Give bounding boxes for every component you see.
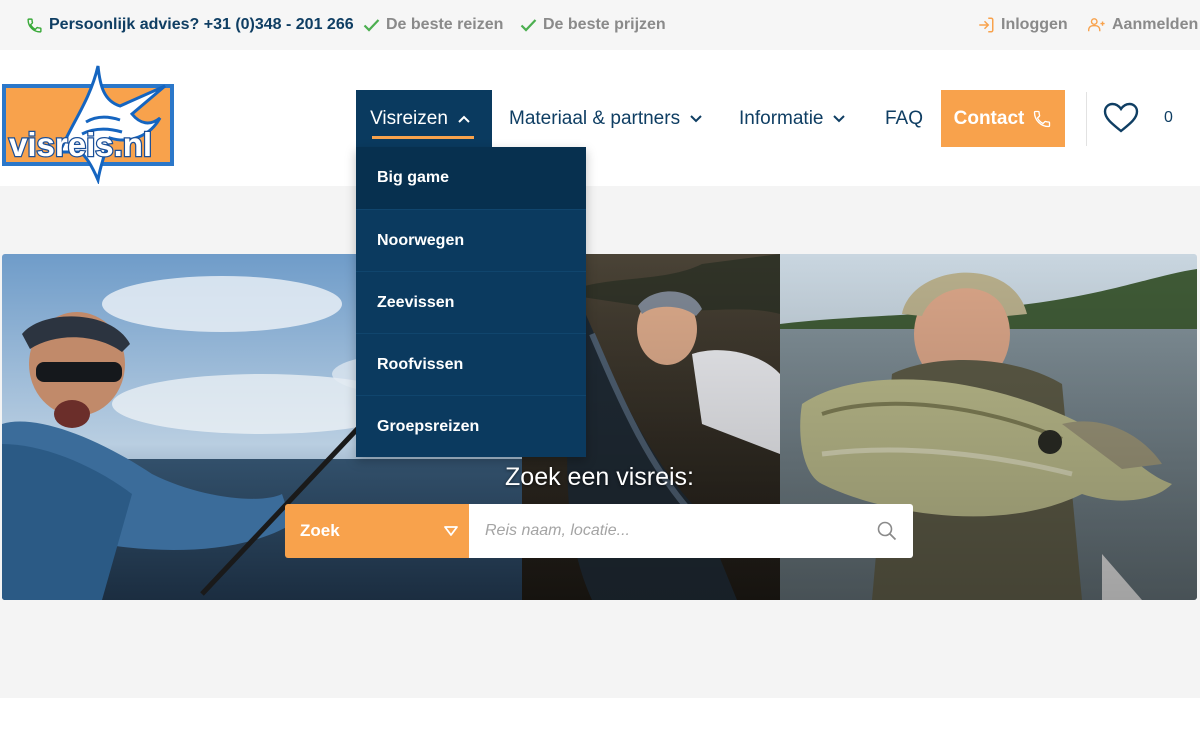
search-type-select[interactable]: Zoek: [285, 504, 469, 558]
nav-faq-label: FAQ: [885, 107, 924, 129]
contact-button[interactable]: Contact: [941, 90, 1065, 147]
dropdown-item-noorwegen[interactable]: Noorwegen: [356, 209, 586, 271]
dropdown-item-label: Roofvissen: [377, 355, 464, 373]
heart-icon[interactable]: [1103, 102, 1139, 134]
visreizen-dropdown: Big game Noorwegen Zeevissen Roofvissen …: [356, 147, 586, 457]
usp-best-prices: De beste prijzen: [519, 15, 666, 35]
dropdown-item-label: Groepsreizen: [377, 417, 480, 435]
contact-label: Contact: [953, 107, 1025, 129]
login-icon: [977, 16, 995, 34]
nav-materiaal-partners[interactable]: Materiaal & partners: [509, 90, 702, 147]
advice-phone-text: Persoonlijk advies? +31 (0)348 - 201 266: [49, 16, 354, 33]
nav-faq[interactable]: FAQ: [885, 90, 923, 147]
chevron-down-icon: [690, 114, 702, 123]
check-icon: [519, 16, 537, 34]
dropdown-item-label: Big game: [377, 169, 450, 186]
check-icon: [362, 16, 380, 34]
main-header: visreis.nl Visreizen Materiaal & partner…: [0, 50, 1200, 186]
chevron-down-icon: [443, 523, 459, 544]
search-icon[interactable]: [877, 521, 897, 541]
nav-visreizen[interactable]: Visreizen: [356, 90, 492, 147]
hero-title: Zoek een visreis:: [2, 463, 1197, 492]
hero-title-text: Zoek een visreis:: [505, 463, 694, 491]
add-user-icon: [1088, 16, 1106, 34]
login-label: Inloggen: [1001, 16, 1068, 33]
dropdown-item-label: Zeevissen: [377, 293, 455, 311]
top-bar: Persoonlijk advies? +31 (0)348 - 201 266…: [0, 0, 1200, 50]
phone-icon: [25, 16, 43, 34]
dropdown-item-groepsreizen[interactable]: Groepsreizen: [356, 395, 586, 457]
phone-icon: [1032, 109, 1052, 129]
favorites-count: 0: [1164, 109, 1173, 126]
nav-informatie[interactable]: Informatie: [739, 90, 846, 147]
nav-informatie-label: Informatie: [739, 107, 824, 129]
advice-phone-link[interactable]: Persoonlijk advies? +31 (0)348 - 201 266: [25, 15, 354, 35]
usp-best-trips: De beste reizen: [362, 15, 503, 35]
dropdown-item-zeevissen[interactable]: Zeevissen: [356, 271, 586, 333]
visreis-logo[interactable]: visreis.nl: [0, 56, 180, 186]
dropdown-item-roofvissen[interactable]: Roofvissen: [356, 333, 586, 395]
search-type-value: Zoek: [300, 521, 340, 540]
nav-materiaal-label: Materiaal & partners: [509, 107, 681, 129]
dropdown-item-label: Noorwegen: [377, 231, 465, 249]
logo-text: visreis.nl: [9, 126, 152, 163]
nav-visreizen-label: Visreizen: [370, 107, 448, 129]
header-divider: [1086, 92, 1087, 146]
nav-active-underline: [372, 136, 474, 139]
register-label: Aanmelden: [1112, 16, 1199, 33]
search-input[interactable]: [469, 504, 913, 558]
chevron-up-icon: [458, 115, 470, 123]
dropdown-item-big-game[interactable]: Big game: [356, 147, 586, 209]
usp-best-prices-text: De beste prijzen: [543, 16, 666, 33]
chevron-down-icon: [833, 114, 846, 123]
register-link[interactable]: Aanmelden: [1088, 15, 1198, 35]
usp-best-trips-text: De beste reizen: [386, 16, 504, 33]
login-link[interactable]: Inloggen: [977, 15, 1068, 35]
